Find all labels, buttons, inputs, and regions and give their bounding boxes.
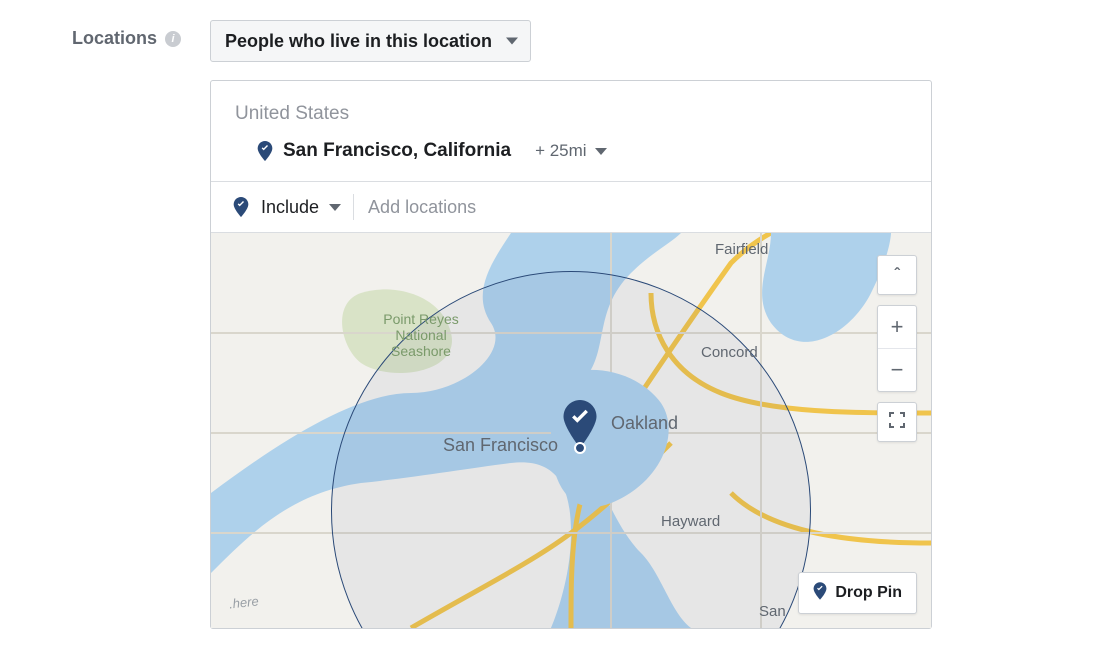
plus-icon: + [891,314,904,340]
separator [353,194,354,220]
chevron-down-icon [595,148,607,155]
section-label-text: Locations [72,28,157,49]
map-pan-up-button[interactable]: ˆ [877,255,917,295]
chevron-down-icon [329,204,341,211]
radius-dropdown[interactable]: + 25mi [529,139,613,163]
map-attribution: .here [228,593,259,611]
map-zoom-out-button[interactable]: − [878,348,916,391]
pin-icon [813,582,827,605]
include-mode-label: Include [261,197,319,218]
map-zoom-in-button[interactable]: + [878,306,916,348]
country-label: United States [235,103,907,125]
drop-pin-button[interactable]: Drop Pin [798,572,917,614]
include-row: Include [211,181,931,232]
drop-pin-label: Drop Pin [835,584,902,602]
pin-icon [257,141,273,161]
radius-label: + 25mi [535,141,587,161]
map-fullscreen-button[interactable] [877,402,917,442]
location-name: San Francisco, California [283,140,511,162]
chevron-down-icon [506,38,518,45]
include-mode-dropdown[interactable]: Include [261,197,341,218]
map-canvas [211,233,931,628]
info-icon[interactable]: i [165,31,181,47]
expand-icon [889,412,905,433]
chevron-up-icon: ˆ [894,266,899,284]
map-controls: ˆ + − [877,255,917,442]
location-input[interactable] [366,196,909,219]
map-zoom-group: + − [877,305,917,392]
location-row[interactable]: San Francisco, California + 25mi [235,139,907,163]
pin-icon [233,197,249,217]
map[interactable]: San Francisco Oakland Concord Fairfield … [211,232,931,628]
locations-panel: United States San Francisco, California … [210,80,932,629]
location-type-label: People who live in this location [225,31,492,52]
minus-icon: − [891,357,904,383]
section-label: Locations i [72,28,181,49]
location-type-dropdown[interactable]: People who live in this location [210,20,531,62]
panel-header: United States San Francisco, California … [211,81,931,181]
